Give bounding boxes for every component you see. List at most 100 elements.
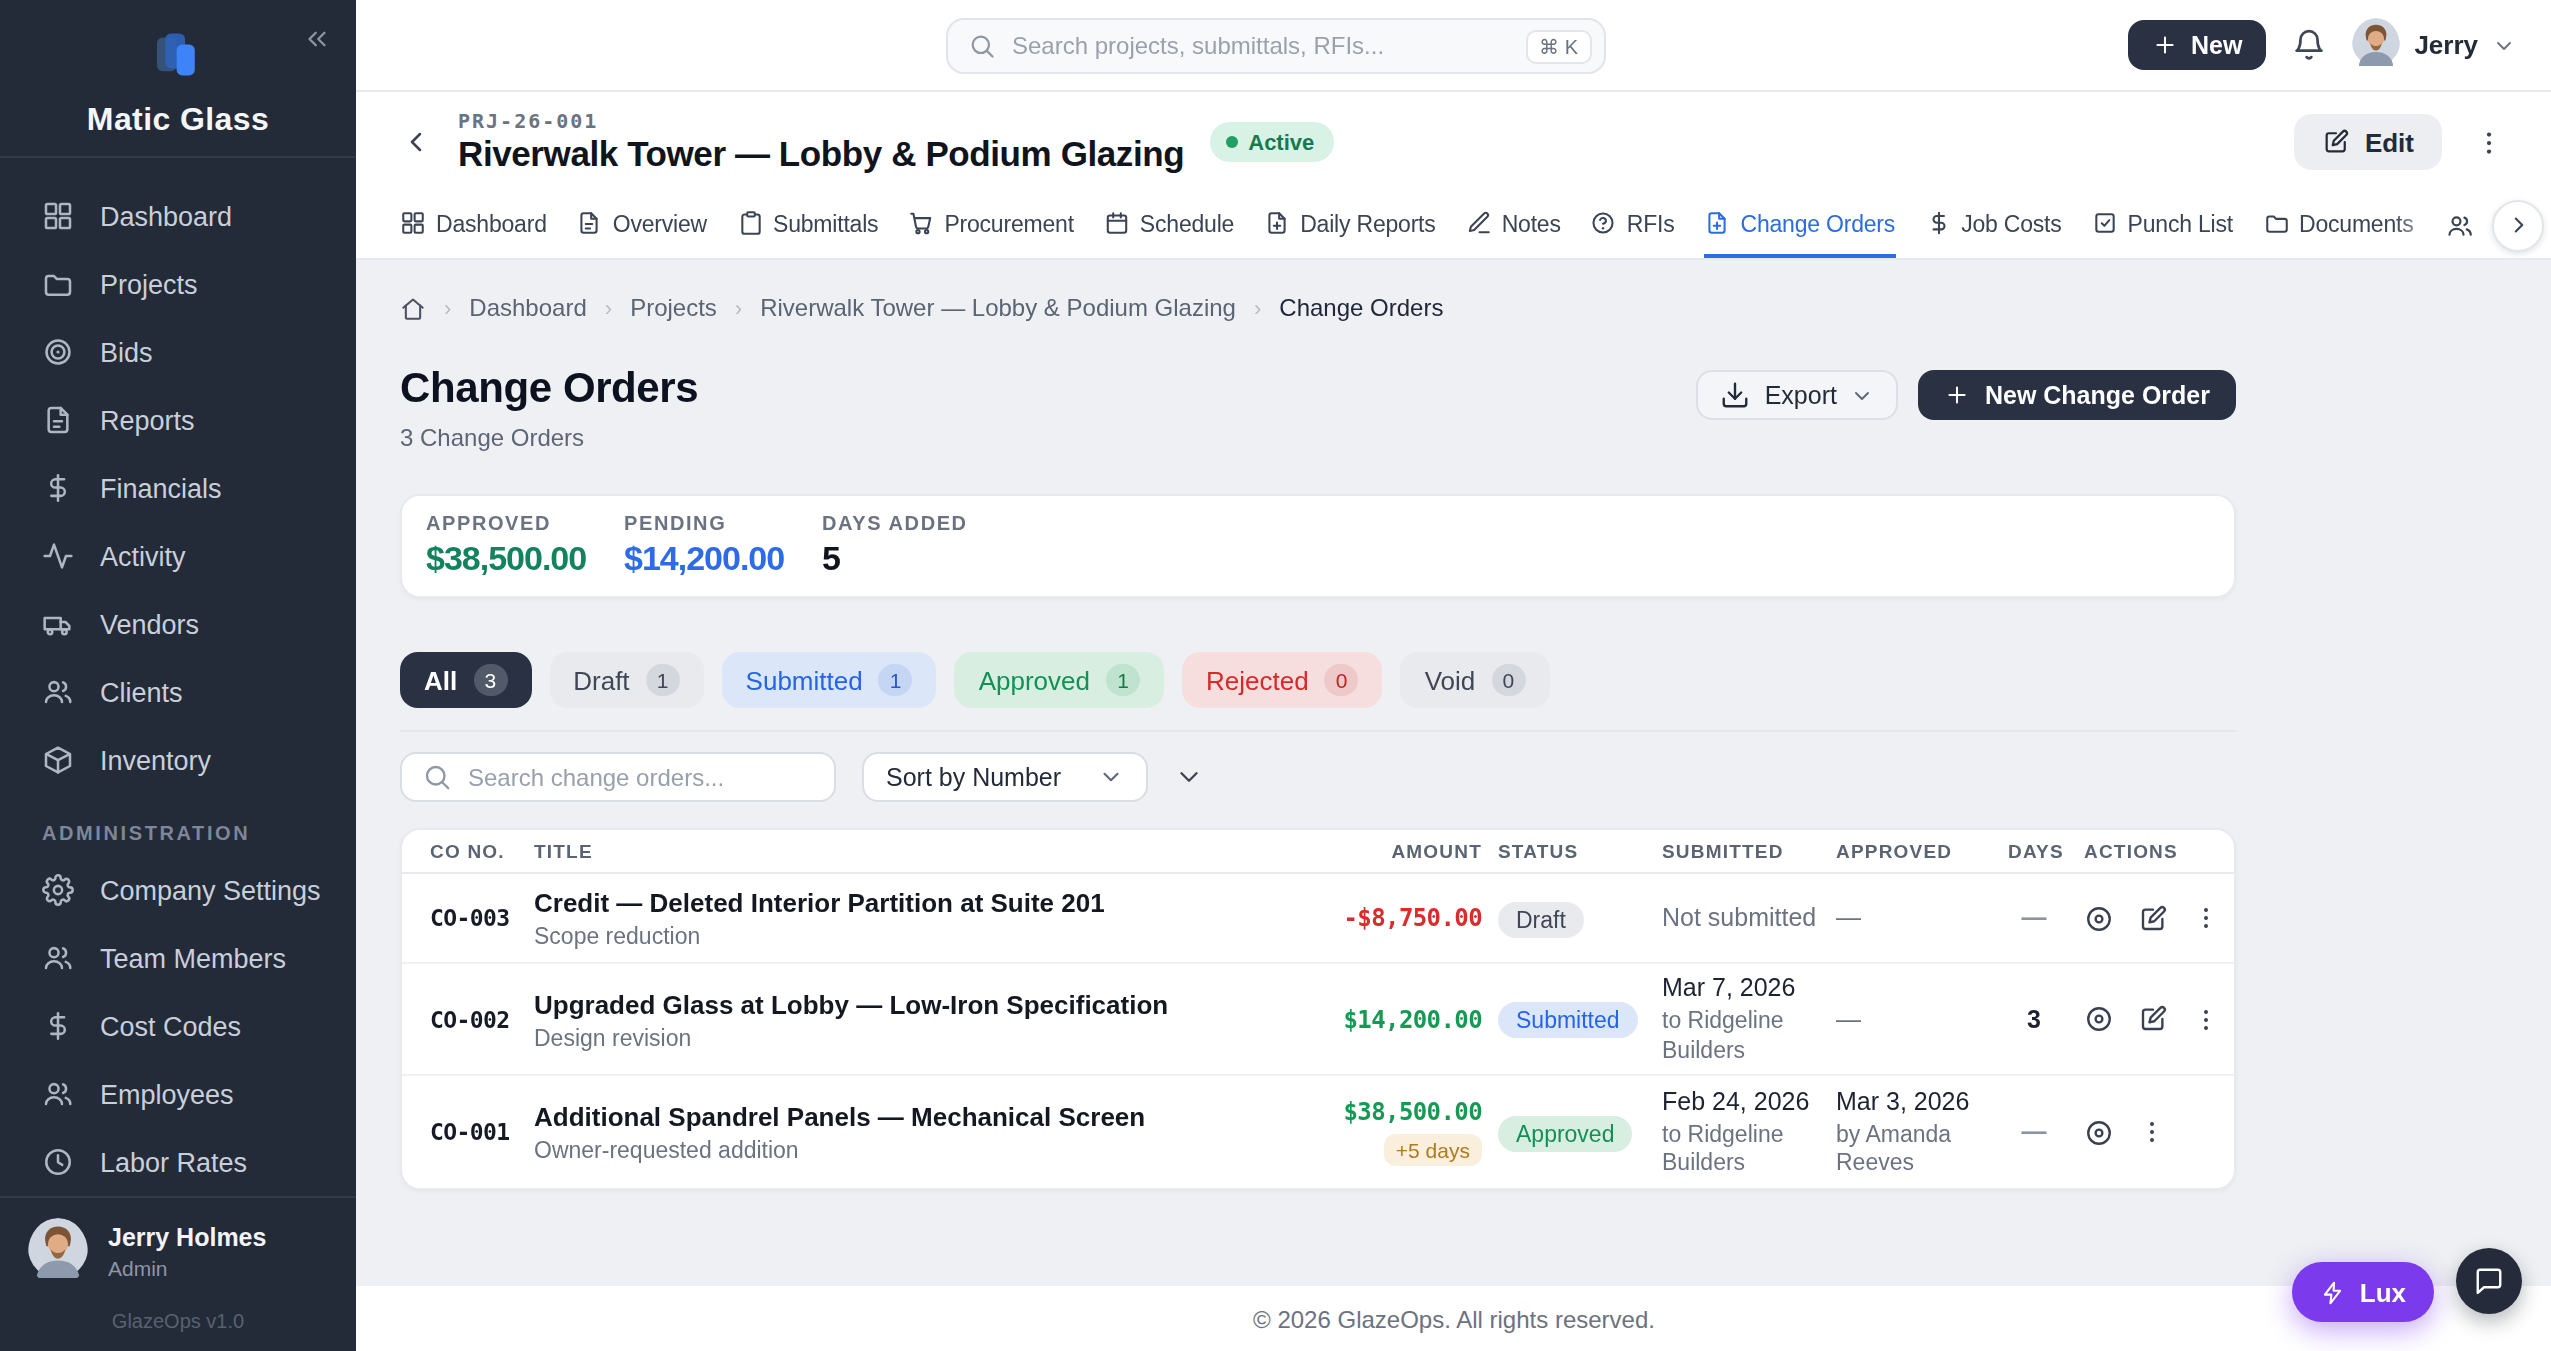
sidebar-collapse-button[interactable] [302, 24, 332, 62]
breadcrumb-item[interactable]: Projects [630, 294, 717, 322]
submitted-note: to Ridgeline Builders [1662, 1007, 1836, 1063]
sidebar-item-label: Dashboard [100, 201, 232, 231]
submitted-date: Mar 7, 2026 [1662, 975, 1836, 1003]
tabs-overflow [2394, 192, 2551, 258]
summary-value: $14,200.00 [624, 540, 822, 580]
filter-chip-draft[interactable]: Draft1 [549, 652, 703, 708]
tab-overview[interactable]: Overview [577, 192, 707, 258]
row-menu-button[interactable] [2192, 1005, 2220, 1033]
note-icon [1466, 210, 1492, 236]
tab-schedule[interactable]: Schedule [1104, 192, 1234, 258]
sidebar-item-inventory[interactable]: Inventory [0, 726, 356, 794]
sidebar-user[interactable]: Jerry Holmes Admin [0, 1196, 356, 1298]
sidebar-item-cost-codes[interactable]: Cost Codes [0, 992, 356, 1060]
topbar: Search projects, submittals, RFIs... ⌘ K… [356, 0, 2551, 92]
tabs-scroll-right-button[interactable] [2492, 199, 2544, 251]
chevron-down-icon [1097, 764, 1123, 790]
column-header-actions: ACTIONS [2084, 840, 2210, 862]
sidebar-item-activity[interactable]: Activity [0, 522, 356, 590]
collapse-filters-button[interactable] [1173, 762, 1203, 792]
chat-button[interactable] [2456, 1248, 2522, 1314]
sidebar-item-projects[interactable]: Projects [0, 250, 356, 318]
column-header-days: DAYS [2008, 840, 2084, 862]
tab-punch-list[interactable]: Punch List [2092, 192, 2233, 258]
sidebar-item-label: Cost Codes [100, 1011, 241, 1041]
export-button[interactable]: Export [1697, 370, 1899, 420]
global-search-input[interactable]: Search projects, submittals, RFIs... ⌘ K [946, 18, 1606, 74]
target-icon [42, 336, 74, 368]
tab-change-orders[interactable]: Change Orders [1704, 192, 1895, 258]
change-order-search-input[interactable]: Search change orders... [400, 752, 836, 802]
chip-count: 0 [1491, 664, 1525, 696]
row-menu-button[interactable] [2192, 904, 2220, 932]
breadcrumb-item[interactable]: Riverwalk Tower — Lobby & Podium Glazing [760, 294, 1236, 322]
column-header-co-no: CO NO. [430, 840, 534, 862]
project-menu-button[interactable] [2474, 127, 2504, 157]
new-change-order-button[interactable]: New Change Order [1919, 370, 2236, 420]
edit-row-button[interactable] [2138, 903, 2168, 933]
back-button[interactable] [400, 126, 432, 158]
row-actions [2084, 1004, 2220, 1034]
view-button[interactable] [2084, 1004, 2114, 1034]
search-placeholder: Search projects, submittals, RFIs... [1012, 32, 1509, 60]
sidebar-item-team-members[interactable]: Team Members [0, 924, 356, 992]
approved-text: — [1836, 904, 2008, 932]
tab-submittals[interactable]: Submittals [737, 192, 878, 258]
dollar-icon [42, 472, 74, 504]
tab-rfis[interactable]: RFIs [1591, 192, 1675, 258]
sidebar-item-clients[interactable]: Clients [0, 658, 356, 726]
co-title-cell: Additional Spandrel Panels — Mechanical … [534, 1102, 1322, 1162]
tab-notes[interactable]: Notes [1466, 192, 1561, 258]
breadcrumb-item[interactable]: Change Orders [1279, 294, 1443, 322]
sidebar-item-bids[interactable]: Bids [0, 318, 356, 386]
tab-job-costs[interactable]: Job Costs [1925, 192, 2061, 258]
filter-chip-void[interactable]: Void0 [1401, 652, 1550, 708]
sidebar-item-reports[interactable]: Reports [0, 386, 356, 454]
sidebar-item-label: Projects [100, 269, 198, 299]
sidebar-item-financials[interactable]: Financials [0, 454, 356, 522]
sidebar-item-vendors[interactable]: Vendors [0, 590, 356, 658]
co-title-cell: Upgraded Glass at Lobby — Low-Iron Speci… [534, 989, 1322, 1049]
tab-label: Punch List [2128, 211, 2233, 235]
summary-label: APPROVED [426, 512, 624, 534]
edit-row-button[interactable] [2138, 1004, 2168, 1034]
edit-button[interactable]: Edit [2295, 114, 2442, 170]
breadcrumb-item[interactable]: Dashboard [469, 294, 586, 322]
breadcrumb-home[interactable] [400, 295, 426, 321]
row-actions [2084, 1117, 2210, 1147]
view-button[interactable] [2084, 903, 2114, 933]
approved-text: — [1836, 1005, 2008, 1033]
sidebar-item-dashboard[interactable]: Dashboard [0, 182, 356, 250]
co-approved-cell: — [1836, 904, 2008, 932]
box-icon [42, 744, 74, 776]
tab-procurement[interactable]: Procurement [908, 192, 1073, 258]
tab-documents[interactable]: Documents [2263, 192, 2414, 258]
clipboard-icon [737, 210, 763, 236]
view-button[interactable] [2084, 1117, 2114, 1147]
filter-chip-rejected[interactable]: Rejected0 [1182, 652, 1383, 708]
tab-dashboard[interactable]: Dashboard [400, 192, 547, 258]
sidebar-item-label: Inventory [100, 745, 211, 775]
sidebar-item-labor-rates[interactable]: Labor Rates [0, 1128, 356, 1196]
project-title: Riverwalk Tower — Lobby & Podium Glazing [458, 133, 1184, 175]
lux-assistant-button[interactable]: Lux [2292, 1262, 2434, 1322]
chip-count: 1 [1106, 664, 1140, 696]
sidebar-header: Matic Glass [0, 0, 356, 158]
column-header-submitted: SUBMITTED [1662, 840, 1836, 862]
sidebar-item-employees[interactable]: Employees [0, 1060, 356, 1128]
chip-label: Draft [573, 665, 629, 695]
tab-daily-reports[interactable]: Daily Reports [1264, 192, 1435, 258]
new-button[interactable]: New [2129, 20, 2266, 70]
filter-chip-submitted[interactable]: Submitted1 [722, 652, 937, 708]
co-number: CO-002 [430, 1005, 534, 1033]
topbar-actions: New Jerry [2129, 17, 2551, 73]
sort-dropdown[interactable]: Sort by Number [862, 752, 1147, 802]
sidebar-item-company-settings[interactable]: Company Settings [0, 856, 356, 924]
row-menu-button[interactable] [2138, 1118, 2166, 1146]
main-area: Search projects, submittals, RFIs... ⌘ K… [356, 0, 2551, 1351]
filter-chip-all[interactable]: All3 [400, 652, 531, 708]
filter-chip-approved[interactable]: Approved1 [955, 652, 1164, 708]
co-days: — [2008, 1118, 2084, 1146]
notifications-button[interactable] [2292, 28, 2326, 62]
user-menu[interactable]: Jerry [2352, 17, 2516, 73]
